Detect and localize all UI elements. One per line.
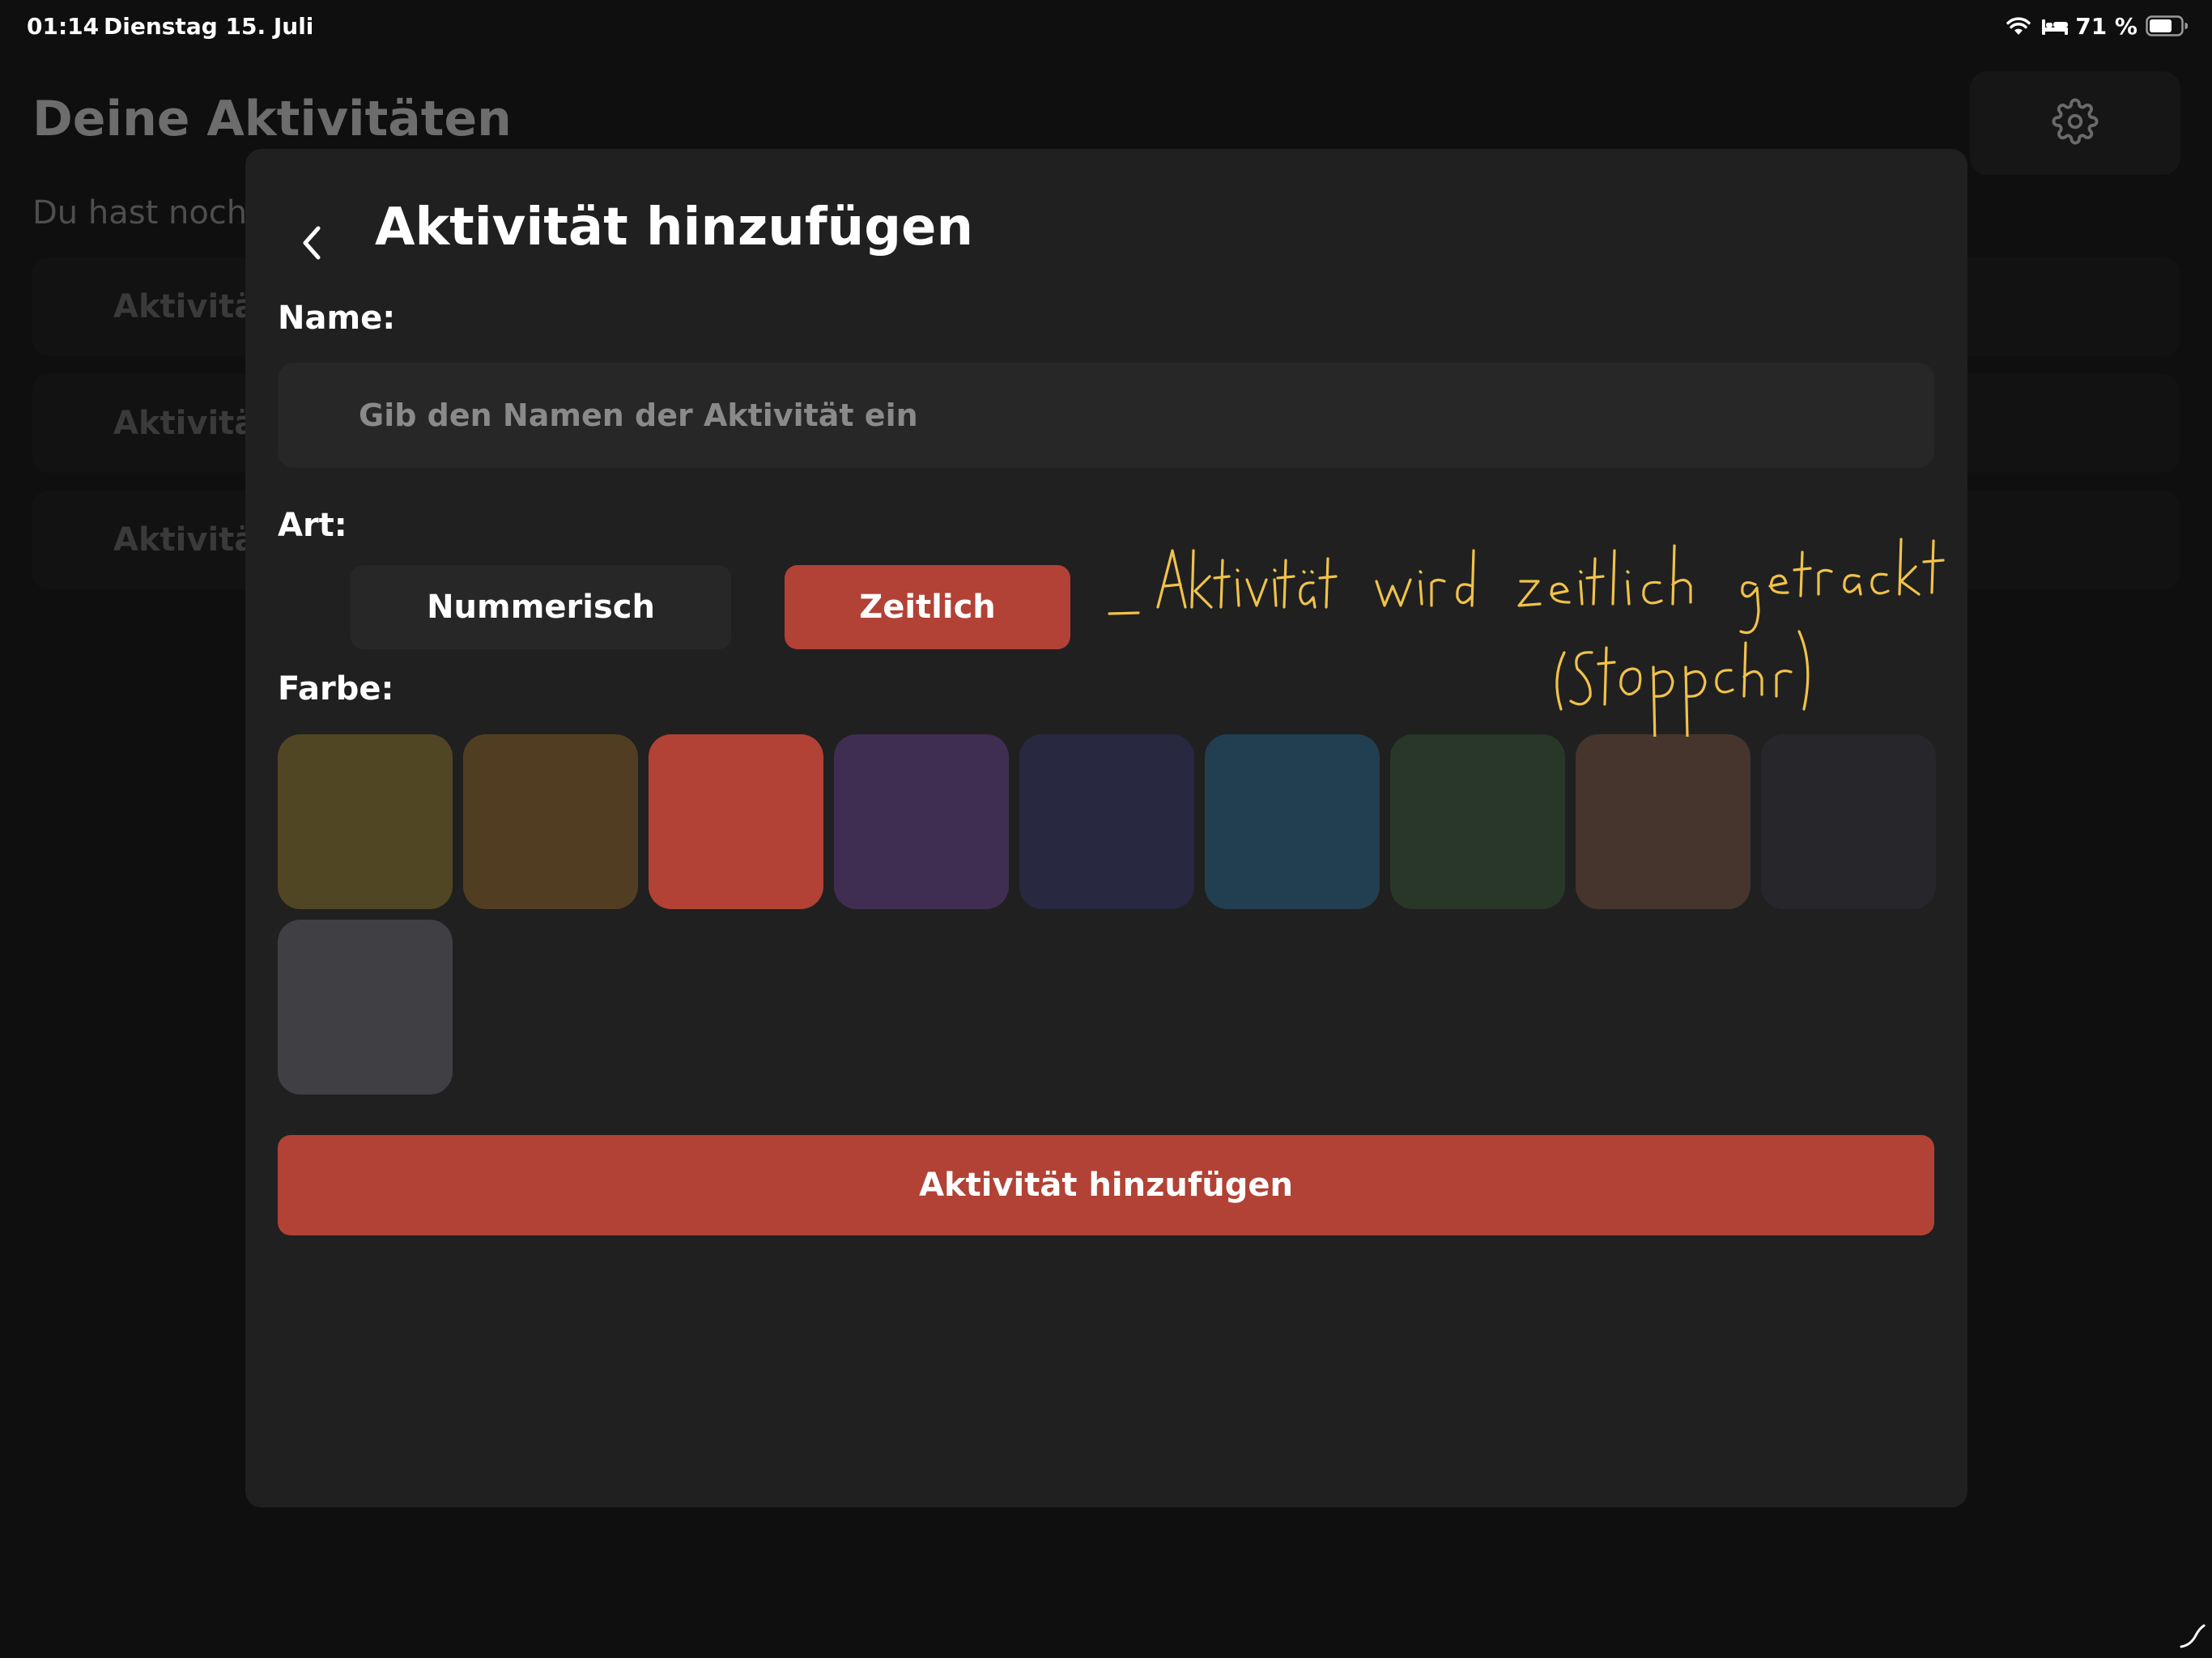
settings-button[interactable]	[1970, 71, 2180, 175]
sleep-bed-icon	[2041, 16, 2069, 36]
status-bar: 01:14 Dienstag 15. Juli 71 %	[0, 0, 2212, 52]
color-swatch[interactable]	[278, 734, 453, 909]
color-swatch[interactable]	[463, 734, 638, 909]
color-label: Farbe:	[278, 670, 394, 708]
add-activity-button[interactable]: Aktivität hinzufügen	[278, 1135, 1934, 1235]
modal-title: Aktivität hinzufügen	[375, 198, 973, 257]
color-swatch[interactable]	[1761, 734, 1936, 909]
scribble-pen-icon	[2178, 1621, 2207, 1653]
status-date: Dienstag 15. Juli	[104, 13, 314, 40]
wifi-icon	[2006, 15, 2031, 36]
back-button[interactable]	[279, 206, 344, 283]
color-swatch[interactable]	[649, 734, 823, 909]
gear-icon	[2052, 98, 2099, 148]
page-subtitle: Du hast noch	[32, 194, 248, 232]
chevron-left-icon	[298, 224, 325, 265]
type-label: Art:	[278, 507, 347, 544]
color-swatch[interactable]	[834, 734, 1009, 909]
color-swatch[interactable]	[1205, 734, 1380, 909]
activity-name-input[interactable]	[278, 363, 1934, 468]
color-swatch[interactable]	[278, 920, 453, 1095]
color-swatch[interactable]	[1576, 734, 1750, 909]
handwritten-annotation	[1108, 538, 1945, 737]
name-label: Name:	[278, 300, 396, 337]
battery-percentage: 71 %	[2075, 12, 2138, 40]
battery-icon	[2146, 15, 2188, 36]
add-activity-modal: Aktivität hinzufügen Name: Art: Nummeris…	[245, 149, 1967, 1507]
status-indicators: 71 %	[2006, 11, 2188, 40]
color-swatch[interactable]	[1390, 734, 1565, 909]
type-numeric-button[interactable]: Nummerisch	[351, 565, 731, 649]
page-title: Deine Aktivitäten	[32, 91, 512, 147]
screen: Deine Aktivitäten Du hast noch Aktivitä …	[0, 0, 2212, 1658]
color-swatch[interactable]	[1019, 734, 1194, 909]
type-time-button[interactable]: Zeitlich	[785, 565, 1070, 649]
status-time: 01:14	[27, 13, 100, 40]
